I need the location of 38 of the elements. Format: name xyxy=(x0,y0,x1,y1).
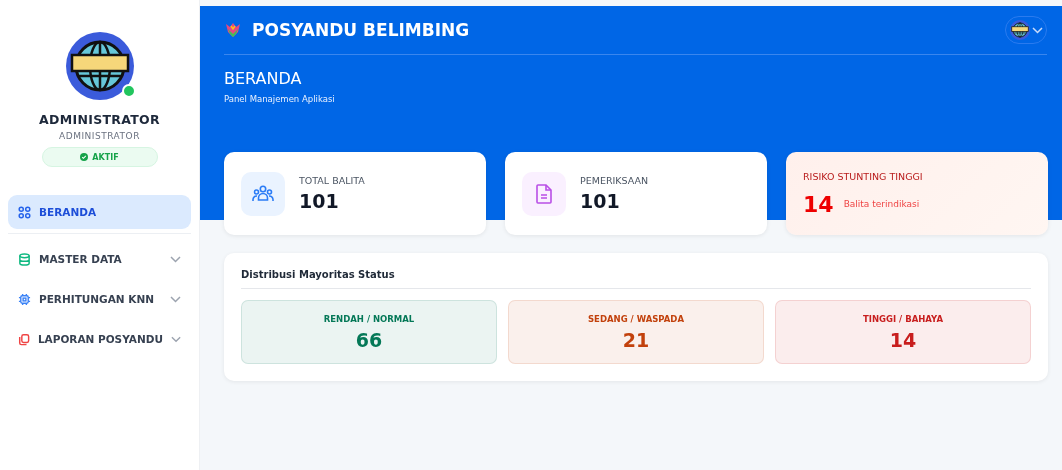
status-label: TINGGI / BAHAYA xyxy=(862,313,944,324)
sidebar-item[interactable]: BERANDA xyxy=(8,195,191,229)
page-title: BERANDA xyxy=(224,69,303,88)
stat-label: RISIKO STUNTING TINGGI xyxy=(803,170,923,182)
document-icon xyxy=(536,183,552,204)
status-count: 14 xyxy=(889,328,917,351)
status-count: 21 xyxy=(622,328,650,351)
stat-value: 101 xyxy=(580,190,621,212)
logo-icon xyxy=(224,22,242,38)
page-subtitle: Panel Manajemen Aplikasi xyxy=(224,94,336,104)
sidebar-item[interactable]: LAPORAN POSYANDU xyxy=(8,322,191,356)
copy-icon xyxy=(18,332,30,346)
status-label: SEDANG / WASPADA xyxy=(587,313,684,324)
chevron-down-icon xyxy=(170,255,181,263)
sidebar-item[interactable]: MASTER DATA xyxy=(8,242,191,276)
users-icon xyxy=(252,184,274,203)
chevron-down-icon xyxy=(170,295,181,303)
database-icon xyxy=(18,252,31,266)
stat-note: Balita terindikasi xyxy=(843,199,920,209)
status-label: RENDAH / NORMAL xyxy=(323,313,415,324)
user-role: ADMINISTRATOR xyxy=(59,131,140,141)
status-count: 66 xyxy=(355,328,383,351)
avatar-icon xyxy=(1009,20,1030,40)
grid-icon xyxy=(18,205,31,219)
chevron-down-icon xyxy=(1031,26,1043,34)
stat-value: 14 xyxy=(803,191,834,217)
stat-label: TOTAL BALITA xyxy=(299,175,365,186)
app-title: POSYANDU BELIMBING xyxy=(252,20,471,40)
panel-title: Distribusi Mayoritas Status xyxy=(241,269,1031,289)
stat-label: PEMERIKSAAN xyxy=(580,175,649,186)
chip-icon xyxy=(18,292,31,306)
sidebar-item[interactable]: PERHITUNGAN KNN xyxy=(8,282,191,316)
avatar-icon xyxy=(65,32,134,100)
chevron-down-icon xyxy=(170,335,181,343)
user-name: ADMINISTRATOR xyxy=(39,112,160,127)
check-circle-icon xyxy=(80,153,89,161)
stat-value: 101 xyxy=(299,190,340,212)
status-text: AKTIF xyxy=(92,152,119,162)
